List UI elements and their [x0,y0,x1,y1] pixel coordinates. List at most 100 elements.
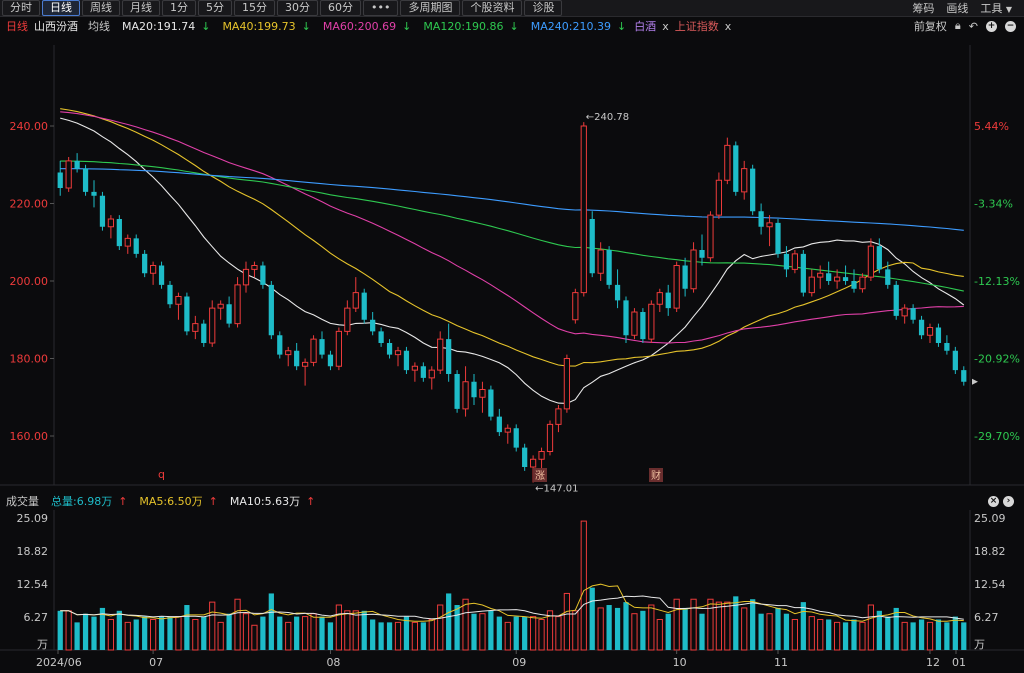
ma60-legend: MA60:200.69 ↓ [317,20,411,33]
candle-body [462,381,469,410]
candle-body [589,219,595,274]
tab-5min[interactable]: 5分 [198,0,232,16]
tab-15min[interactable]: 15分 [234,0,275,16]
tab-weekly[interactable]: 周线 [82,0,120,16]
volume-bar [242,613,250,651]
tab-daily[interactable]: 日线 [42,0,80,16]
marker-q: q [158,468,165,481]
chips-button[interactable]: 筹码 [912,0,934,16]
price-chart[interactable]: 240.00 5.44% 220.00 -3.34% 200.00 -12.13% 180.… [0,37,1024,492]
candle-body [682,265,688,289]
zoom-out-icon[interactable]: − [1005,20,1016,32]
volume-bar [885,616,891,650]
close-volume-icon[interactable]: × [988,495,999,507]
candle-body [546,423,554,452]
volume-bar [142,616,148,650]
candle-body [184,296,190,332]
volume-tick-label: 25.09 [974,512,1006,525]
volume-bar [682,607,688,650]
ma-mode-button[interactable]: 均线 [88,18,110,34]
volume-chart[interactable]: 25.09 25.09 18.82 18.82 12.54 12.54 6.27 6.27 万 万… [0,510,1024,673]
volume-ma10: MA10:5.63万 ↑ [224,493,315,509]
remove-compare-icon[interactable]: x [662,20,669,33]
tab-fenshi[interactable]: 分时 [2,0,40,16]
more-periods-button[interactable]: ••• [363,0,399,16]
draw-line-button[interactable]: 画线 [946,0,968,16]
tab-monthly[interactable]: 月线 [122,0,160,16]
volume-bar [935,619,942,650]
volume-bar [538,618,545,651]
undo-icon[interactable]: ↶ [969,20,978,33]
more-volume-icon[interactable]: › [1003,495,1014,507]
multi-period-button[interactable]: 多周期图 [400,0,461,16]
adjust-mode-button[interactable]: 前复权 [914,18,947,34]
volume-bar [775,607,781,650]
lock-icon[interactable]: 🔒︎ [955,19,961,33]
percent-tick-label: 5.44% [974,120,1009,133]
candle-body [867,245,875,278]
candle-body [370,319,376,332]
volume-bar [707,598,714,651]
period-label: 日线 [6,20,28,33]
zoom-in-icon[interactable]: + [986,20,997,32]
candle-body [201,323,207,343]
volume-bar [910,622,916,650]
candle-body [901,307,908,317]
diagnose-button[interactable]: 诊股 [524,0,563,16]
candle-body [192,323,199,332]
candle-body [124,237,131,247]
volume-bar [91,616,97,650]
toolbar-right: 筹码 画线 工具 ▼ [912,0,1024,16]
candle-body [217,303,224,309]
date-tick-label: 09 [512,656,526,669]
candle-body [791,253,799,270]
candle-body [411,365,419,371]
tab-1min[interactable]: 1分 [162,0,196,16]
volume-bar [758,613,764,650]
volume-bar [715,601,723,651]
volume-tick-label: 12.54 [974,578,1006,591]
date-tick-label: 07 [149,656,163,669]
tab-30min[interactable]: 30分 [277,0,318,16]
volume-bar [133,619,139,650]
stock-info-button[interactable]: 个股资料 [462,0,523,16]
compare-baijiu[interactable]: 白酒 [634,18,656,34]
compare-shanghai-index[interactable]: 上证指数 [675,18,719,34]
candle-body [522,447,528,467]
candle-body [335,330,343,367]
candle-body [513,428,519,448]
candle-body [149,265,157,274]
volume-bar [361,610,367,650]
volume-bar [462,598,469,651]
volume-bar [783,613,790,650]
price-tick-label: 180.00 [10,353,49,366]
volume-bar [65,610,72,651]
volume-bar [572,610,579,651]
candle-body [319,339,325,355]
candle-body [361,292,367,320]
arrow-up-icon: ↑ [208,495,218,508]
volume-bar [733,596,739,650]
high-price-note: ←240.78 [586,112,629,123]
candle-body [175,296,182,305]
candle-body [876,246,882,270]
candle-body [428,369,435,379]
candle-body [294,350,300,367]
volume-bar [344,610,351,651]
candle-body [758,211,764,227]
candle-body [817,272,824,278]
candle-body [496,416,502,433]
tools-button[interactable]: 工具 ▼ [980,0,1012,16]
volume-bar [74,622,80,650]
remove-compare-icon[interactable]: x [725,20,732,33]
arrow-down-icon: ↓ [402,19,412,33]
volume-bar [158,616,165,650]
volume-bar [800,602,806,650]
volume-ma10-value: MA10:5.63万 [229,495,301,508]
volume-bar [656,618,663,651]
candle-body [597,249,604,274]
volume-bar [724,601,731,651]
tab-60min[interactable]: 60分 [320,0,361,16]
volume-bar [623,602,629,650]
volume-bar [192,618,199,651]
